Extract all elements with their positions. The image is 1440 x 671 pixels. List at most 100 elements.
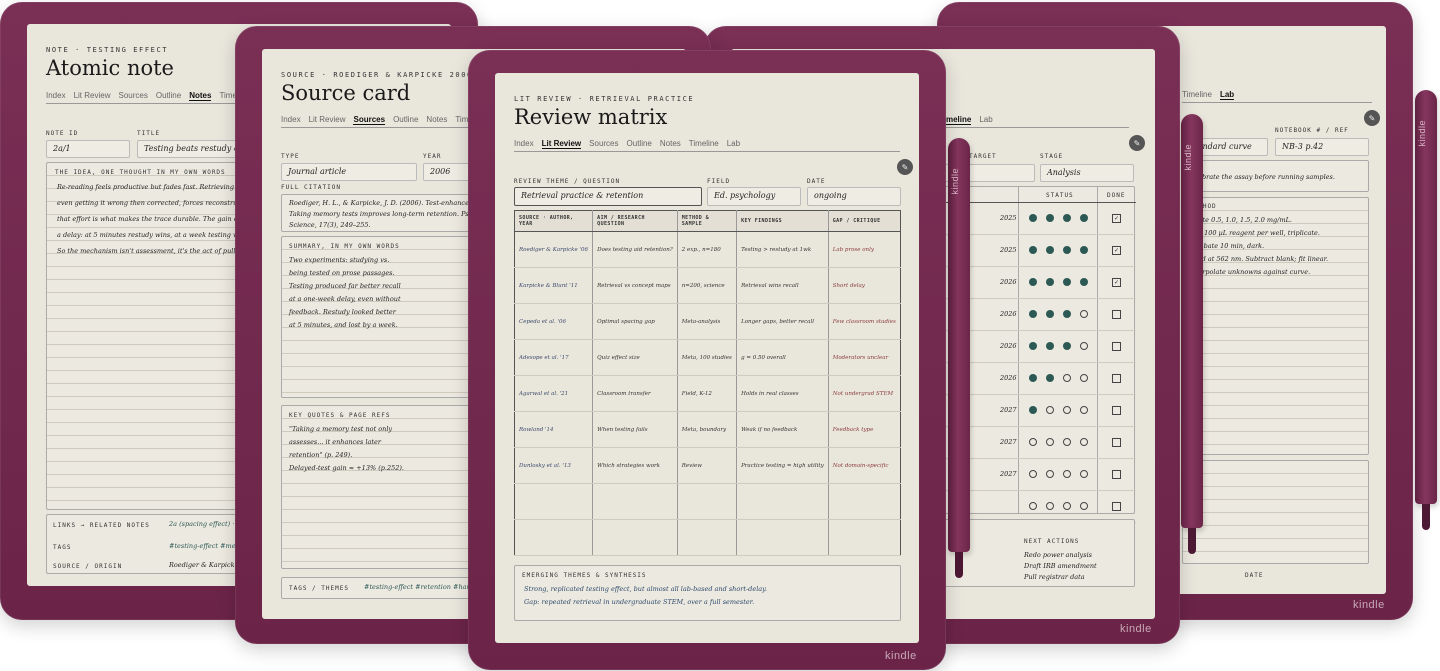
status-dot-filled[interactable]	[1080, 278, 1088, 286]
table-cell[interactable]: Longer gaps, better recall	[736, 303, 829, 340]
status-dot-filled[interactable]	[1063, 278, 1071, 286]
status-dot-filled[interactable]	[1046, 246, 1054, 254]
table-cell[interactable]	[592, 519, 678, 556]
table-cell[interactable]: Not domain-specific	[828, 447, 901, 484]
done-checkbox[interactable]	[1112, 374, 1121, 383]
status-dot-empty[interactable]	[1046, 438, 1054, 446]
tab-timeline[interactable]: Timeline	[689, 139, 719, 149]
done-checkbox[interactable]	[1112, 438, 1121, 447]
table-cell[interactable]: Meta, boundary	[677, 411, 738, 448]
tab-lit-review[interactable]: Lit Review	[309, 115, 346, 125]
table-cell[interactable]: Classroom transfer	[592, 375, 678, 412]
status-dot-empty[interactable]	[1080, 310, 1088, 318]
table-row[interactable]: Roediger & Karpicke '06 Does testing aid …	[514, 231, 901, 268]
type-field[interactable]: Journal article	[281, 163, 417, 181]
status-dot-empty[interactable]	[1063, 502, 1071, 510]
status-dot-filled[interactable]	[1046, 214, 1054, 222]
table-cell[interactable]: Adesope et al. '17	[514, 339, 594, 376]
status-dot-empty[interactable]	[1063, 470, 1071, 478]
synthesis-box[interactable]: EMERGING THEMES & SYNTHESIS Strong, repl…	[514, 565, 901, 621]
table-cell[interactable]	[828, 483, 901, 520]
table-cell[interactable]: Moderators unclear	[828, 339, 901, 376]
pen-tool-icon[interactable]: ✎	[897, 159, 913, 175]
status-dot-filled[interactable]	[1029, 342, 1037, 350]
stage-field[interactable]: Analysis	[1040, 164, 1134, 182]
status-dot-empty[interactable]	[1080, 470, 1088, 478]
done-checkbox[interactable]	[1112, 342, 1121, 351]
table-cell[interactable]: Retrieval wins recall	[736, 267, 829, 304]
field-field[interactable]: Ed. psychology	[707, 187, 801, 206]
table-row[interactable]	[514, 519, 901, 556]
status-dot-filled[interactable]	[1029, 278, 1037, 286]
table-cell[interactable]: Testing > restudy at 1wk	[736, 231, 829, 268]
theme-field[interactable]: Retrieval practice & retention	[514, 187, 702, 206]
links-value[interactable]: 2a (spacing effect) · 3b	[169, 520, 245, 528]
status-dot-filled[interactable]	[1046, 342, 1054, 350]
tab-timeline[interactable]: Timeline	[1182, 90, 1212, 100]
tab-outline[interactable]: Outline	[393, 115, 418, 125]
tab-lab[interactable]: Lab	[1219, 90, 1235, 100]
table-cell[interactable]	[677, 483, 738, 520]
table-cell[interactable]: Meta-analysis	[677, 303, 738, 340]
status-dot-filled[interactable]	[1046, 310, 1054, 318]
done-checkbox[interactable]: ✓	[1112, 214, 1121, 223]
tab-index[interactable]: Index	[281, 115, 301, 125]
status-dot-filled[interactable]	[1063, 310, 1071, 318]
table-row[interactable]: Adesope et al. '17 Quiz effect size Meta, …	[514, 339, 901, 376]
table-row[interactable]	[514, 483, 901, 520]
table-cell[interactable]: Does testing aid retention?	[592, 231, 678, 268]
status-dot-empty[interactable]	[1080, 438, 1088, 446]
note-id-field[interactable]: 2a/1	[46, 140, 130, 158]
table-cell[interactable]: Field, K-12	[677, 375, 738, 412]
table-row[interactable]: Cepeda et al. '06 Optimal spacing gap Meta…	[514, 303, 901, 340]
aim-box[interactable]: Calibrate the assay before running sampl…	[1182, 160, 1369, 192]
tab-index[interactable]: Index	[46, 91, 66, 101]
table-cell[interactable]	[592, 483, 678, 520]
status-dot-empty[interactable]	[1080, 502, 1088, 510]
table-cell[interactable]	[736, 483, 829, 520]
pen-tool-icon[interactable]: ✎	[1129, 135, 1145, 151]
tab-lit-review[interactable]: Lit Review	[541, 139, 582, 149]
status-dot-empty[interactable]	[1046, 502, 1054, 510]
table-row[interactable]: Karpicke & Blunt '11 Retrieval vs concept…	[514, 267, 901, 304]
stylus-pen[interactable]: kindle	[948, 138, 970, 578]
table-cell[interactable]: Review	[677, 447, 738, 484]
stylus-pen[interactable]: kindle	[1415, 90, 1437, 530]
tab-sources[interactable]: Sources	[589, 139, 618, 149]
tab-lab[interactable]: Lab	[727, 139, 740, 149]
table-cell[interactable]: Holds in real classes	[736, 375, 829, 412]
table-cell[interactable]: Dunlosky et al. '13	[514, 447, 594, 484]
date-field[interactable]: ongoing	[807, 187, 901, 206]
tab-sources[interactable]: Sources	[118, 91, 147, 101]
table-cell[interactable]	[514, 483, 594, 520]
table-cell[interactable]: Meta, 100 studies	[677, 339, 738, 376]
table-cell[interactable]: Cepeda et al. '06	[514, 303, 594, 340]
pen-tool-icon[interactable]: ✎	[1364, 110, 1380, 126]
table-cell[interactable]: Quiz effect size	[592, 339, 678, 376]
done-checkbox[interactable]: ✓	[1112, 278, 1121, 287]
status-dot-filled[interactable]	[1063, 214, 1071, 222]
tab-outline[interactable]: Outline	[627, 139, 652, 149]
done-checkbox[interactable]	[1112, 406, 1121, 415]
table-cell[interactable]: Few classroom studies	[828, 303, 901, 340]
table-cell[interactable]: Karpicke & Blunt '11	[514, 267, 594, 304]
done-checkbox[interactable]: ✓	[1112, 246, 1121, 255]
status-dot-filled[interactable]	[1029, 374, 1037, 382]
results-box[interactable]	[1182, 460, 1369, 564]
tab-lab[interactable]: Lab	[979, 115, 992, 125]
notebook-field[interactable]: NB-3 p.42	[1275, 138, 1369, 156]
table-cell[interactable]: Optimal spacing gap	[592, 303, 678, 340]
tab-index[interactable]: Index	[514, 139, 534, 149]
status-dot-empty[interactable]	[1063, 374, 1071, 382]
table-cell[interactable]	[677, 519, 738, 556]
table-cell[interactable]: 2 exp., n=180	[677, 231, 738, 268]
status-dot-filled[interactable]	[1063, 342, 1071, 350]
status-dot-empty[interactable]	[1029, 470, 1037, 478]
table-cell[interactable]: Feedback type	[828, 411, 901, 448]
table-cell[interactable]	[514, 519, 594, 556]
status-dot-filled[interactable]	[1080, 214, 1088, 222]
table-cell[interactable]: Lab prose only	[828, 231, 901, 268]
status-dot-filled[interactable]	[1029, 246, 1037, 254]
table-cell[interactable]: When testing fails	[592, 411, 678, 448]
tab-notes[interactable]: Notes	[189, 91, 212, 101]
